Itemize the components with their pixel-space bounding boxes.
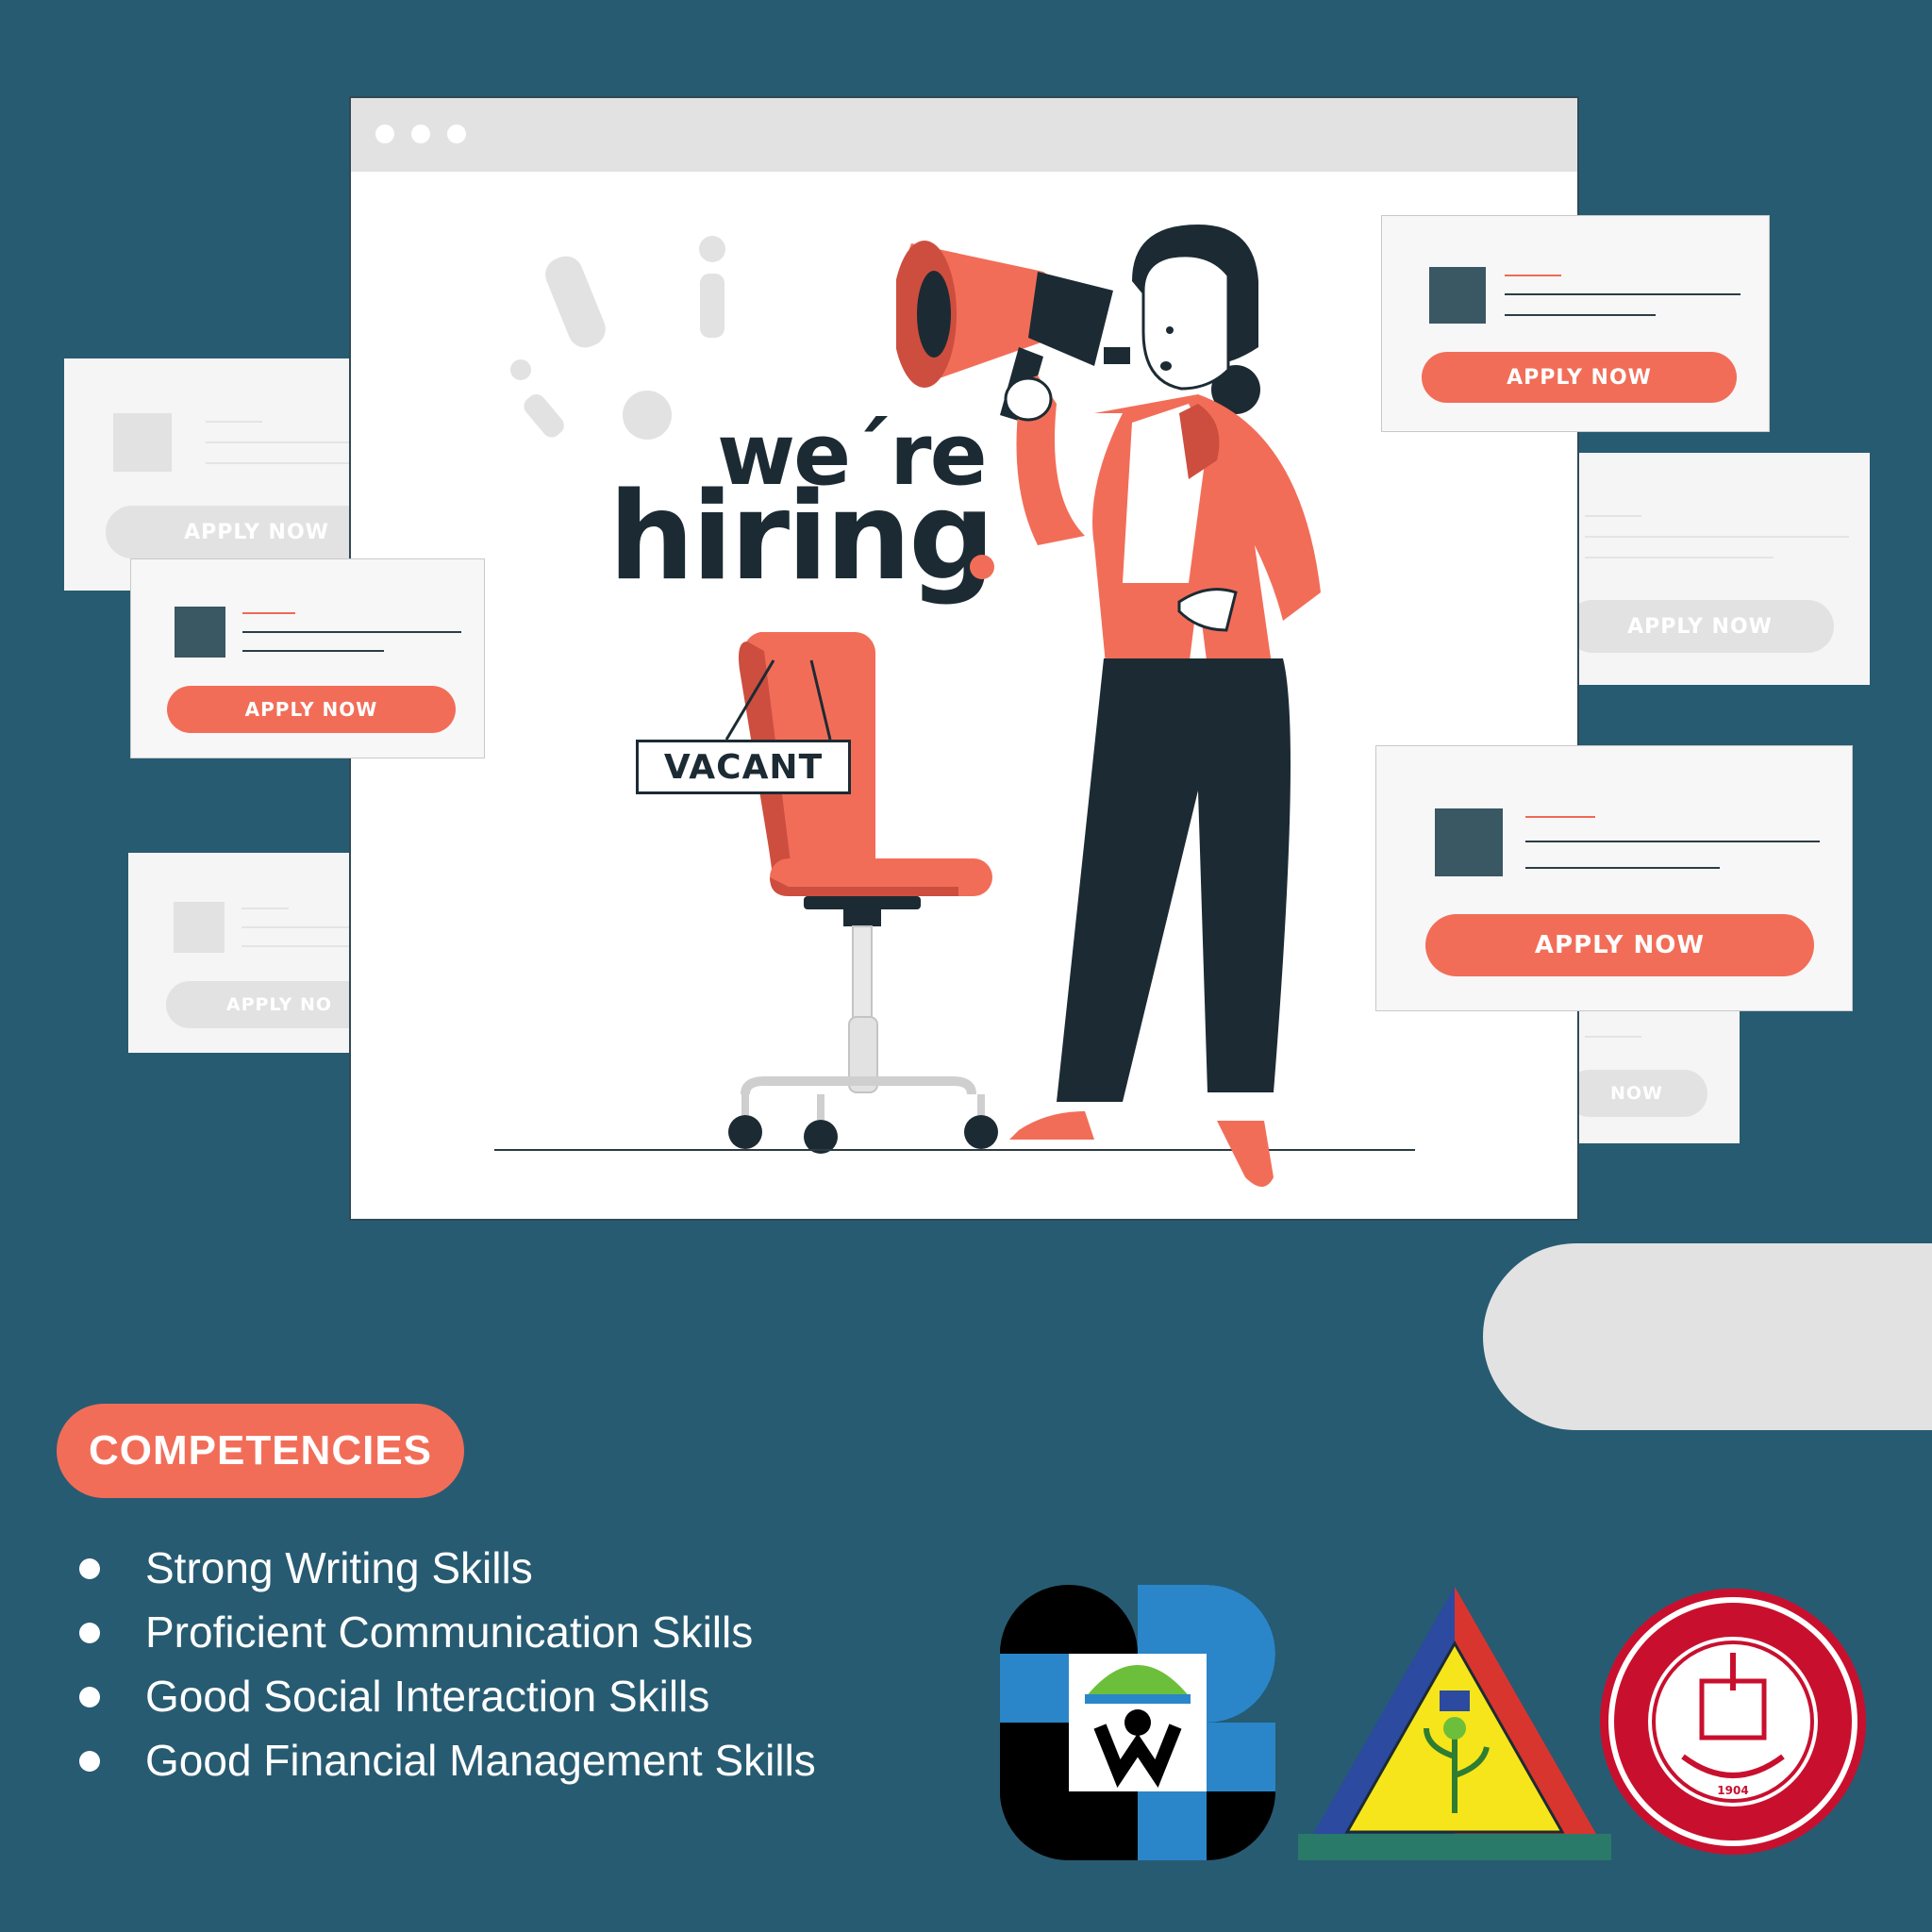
browser-title-bar [351,98,1577,172]
job-card-line [1505,275,1561,276]
list-item: Good Financial Management Skills [75,1728,816,1792]
job-card-line [242,908,289,909]
skill-label: Good Social Interaction Skills [145,1672,710,1721]
window-dot [447,125,466,143]
agency-logo-icon [1000,1585,1275,1860]
apply-now-button[interactable]: APPLY NOW [1566,600,1834,653]
job-card-line [206,441,366,443]
list-item: Good Social Interaction Skills [75,1664,816,1728]
job-card-line [242,650,384,652]
skill-label: Strong Writing Skills [145,1543,533,1592]
seal-year: 1904 [1717,1784,1748,1797]
apply-now-button[interactable]: NOW [1566,1070,1707,1117]
job-card-line [206,462,366,464]
bullet-icon [79,1558,100,1579]
apply-now-button[interactable]: APPLY NOW [1422,352,1737,403]
job-card-line [1505,314,1656,316]
job-card-thumbnail [175,607,225,658]
skill-label: Proficient Communication Skills [145,1607,754,1657]
job-card-line [1585,557,1774,558]
vacant-sign: VACANT [636,740,851,794]
job-card-faded-left-bottom: APPLY NO [128,853,392,1053]
job-card-thumbnail [1435,808,1503,876]
job-card-faded-right-middle: APPLY NOW [1566,453,1870,685]
competencies-list: Strong Writing Skills Proficient Communi… [75,1536,816,1792]
triangle-seal-logo-icon [1298,1587,1611,1860]
job-card-right-top: APPLY NOW [1381,215,1770,432]
list-item: Proficient Communication Skills [75,1600,816,1664]
job-card-line [1585,1036,1641,1038]
apply-now-button[interactable]: APPLY NOW [1425,914,1814,976]
bullet-icon [79,1623,100,1643]
job-card-thumbnail [1429,267,1486,324]
job-card-faded-left-top: APPLY NOW [64,358,408,591]
job-card-line [206,421,262,423]
job-card-line [242,612,295,614]
apply-now-button[interactable]: APPLY NOW [167,686,456,733]
job-card-right-bottom: APPLY NOW [1375,745,1853,1011]
job-card-line [1585,536,1849,538]
job-card-thumbnail [113,413,172,472]
job-card-line [1585,515,1641,517]
job-card-line [1525,841,1820,842]
job-card-line [1525,867,1720,869]
competencies-badge: COMPETENCIES [57,1404,464,1498]
skill-label: Good Financial Management Skills [145,1736,816,1785]
window-dot [411,125,430,143]
woman-with-megaphone-illustration [896,225,1321,1187]
university-seal-logo-icon: 1904 [1600,1589,1866,1855]
list-item: Strong Writing Skills [75,1536,816,1600]
job-card-line [1505,293,1740,295]
exclamation-decoration-icon [510,236,725,440]
job-card-thumbnail [174,902,225,953]
job-card-line [1525,816,1595,818]
job-card-faded-right-bottom: NOW [1566,1000,1740,1143]
bullet-icon [79,1751,100,1772]
bullet-icon [79,1687,100,1707]
decorative-pill [1483,1243,1932,1430]
job-card-line [242,631,461,633]
window-dot [375,125,394,143]
job-card-left-middle: APPLY NOW [130,558,485,758]
